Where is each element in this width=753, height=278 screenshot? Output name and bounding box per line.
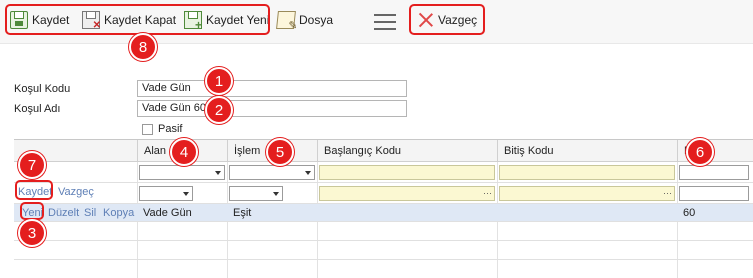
annotation-badge-7: 7 [18, 151, 46, 179]
annotation-box-toolbar [5, 4, 270, 35]
edit-bitis-input[interactable]: ··· [499, 186, 675, 201]
annotation-badge-8: 8 [129, 33, 157, 61]
code-label: Koşul Kodu [14, 83, 71, 95]
edit-alan-select[interactable] [139, 186, 193, 201]
annotation-badge-3: 3 [18, 219, 46, 247]
cell-islem: Eşit [233, 207, 252, 219]
filter-bitis-input[interactable] [499, 165, 675, 180]
table-row[interactable]: Yeni Düzelt Sil Kopya Vade Gün Eşit 60 [14, 204, 753, 222]
filter-islem-select[interactable] [229, 165, 315, 180]
empty-row [14, 222, 753, 241]
edit-cancel-link[interactable]: Vazgeç [58, 186, 94, 198]
annotation-badge-6: 6 [686, 138, 714, 166]
menu-icon[interactable] [374, 14, 396, 30]
annotation-badge-2: 2 [205, 96, 233, 124]
edit-islem-select[interactable] [229, 186, 283, 201]
annotation-box-cancel [409, 4, 485, 35]
annotation-box-edit-links [15, 180, 53, 200]
empty-row [14, 241, 753, 260]
code-input[interactable]: Vade Gün [137, 80, 407, 97]
file-icon [276, 11, 296, 29]
annotation-badge-4: 4 [170, 138, 198, 166]
row-copy-link[interactable]: Kopya [103, 207, 134, 219]
edit-row: Kaydet Vazgeç ··· ··· [14, 183, 753, 204]
filter-deger-input[interactable] [679, 165, 749, 180]
name-input[interactable]: Vade Gün 60 [137, 100, 407, 117]
row-edit-link[interactable]: Düzelt [48, 207, 79, 219]
conditions-grid: Alan İşlem Başlangıç Kodu Bitiş Kodu Değ… [14, 139, 753, 278]
grid-header: Alan İşlem Başlangıç Kodu Bitiş Kodu Değ… [14, 140, 753, 162]
annotation-badge-5: 5 [266, 138, 294, 166]
filter-row [14, 162, 753, 183]
lookup-icon[interactable]: ··· [663, 187, 672, 199]
lookup-icon[interactable]: ··· [483, 187, 492, 199]
file-button-label: Dosya [299, 13, 334, 27]
annotation-box-new-link [20, 202, 44, 220]
column-header-bitis[interactable]: Bitiş Kodu [497, 140, 677, 162]
file-button[interactable]: Dosya [276, 8, 334, 32]
empty-row [14, 260, 753, 278]
filter-alan-select[interactable] [139, 165, 225, 180]
row-delete-link[interactable]: Sil [84, 207, 96, 219]
edit-deger-input[interactable] [679, 186, 749, 201]
cell-deger: 60 [683, 207, 696, 219]
cell-alan: Vade Gün [143, 207, 192, 219]
name-label: Koşul Adı [14, 103, 61, 115]
annotation-badge-1: 1 [205, 67, 233, 95]
filter-baslangic-input[interactable] [319, 165, 495, 180]
passive-label: Pasif [158, 123, 183, 135]
passive-checkbox[interactable] [142, 124, 153, 135]
column-header-baslangic[interactable]: Başlangıç Kodu [317, 140, 497, 162]
edit-baslangic-input[interactable]: ··· [319, 186, 495, 201]
